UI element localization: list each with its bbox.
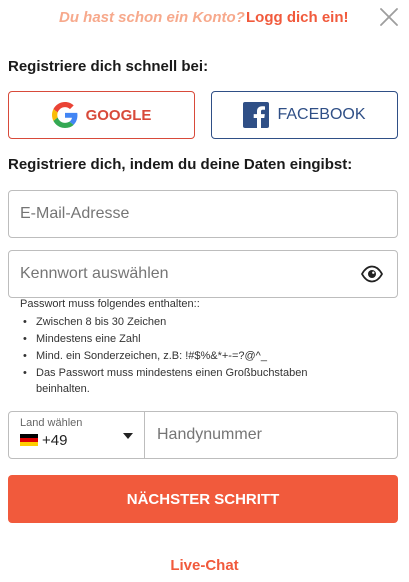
facebook-icon <box>243 102 270 128</box>
email-input[interactable] <box>20 191 340 237</box>
live-chat-link[interactable]: Live-Chat <box>0 557 409 574</box>
password-input[interactable] <box>20 251 340 297</box>
google-icon <box>51 102 78 128</box>
top-bar: Du hast schon ein Konto? Logg dich ein! <box>0 0 409 36</box>
facebook-signup-button[interactable]: FACEBOOK <box>211 91 398 139</box>
close-icon[interactable] <box>378 6 400 28</box>
phone-input[interactable] <box>157 412 387 458</box>
email-field <box>8 190 398 238</box>
country-code: +49 <box>42 432 68 449</box>
chevron-down-icon <box>123 432 133 440</box>
facebook-label: FACEBOOK <box>277 106 366 123</box>
country-label: Land wählen <box>20 417 83 429</box>
eye-icon[interactable] <box>361 265 383 283</box>
password-rule: Mindestens eine Zahl <box>20 331 340 347</box>
social-register-title: Registriere dich schnell bei: <box>8 58 209 75</box>
germany-flag-icon <box>20 434 38 446</box>
password-field <box>8 250 398 298</box>
password-rule: Mind. ein Sonderzeichen, z.B: !#$%&*+-=?… <box>20 348 340 364</box>
country-select[interactable]: Land wählen +49 <box>9 412 145 458</box>
have-account-text: Du hast schon ein Konto? <box>59 9 245 26</box>
google-label: GOOGLE <box>85 106 152 124</box>
form-register-title: Registriere dich, indem du deine Daten e… <box>8 156 353 173</box>
google-signup-button[interactable]: GOOGLE <box>8 91 195 139</box>
login-link[interactable]: Logg dich ein! <box>246 9 349 26</box>
password-rule: Zwischen 8 bis 30 Zeichen <box>20 314 340 330</box>
password-rules-title: Passwort muss folgendes enthalten:: <box>20 298 200 310</box>
password-rule: Das Passwort muss mindestens einen Großb… <box>20 365 340 397</box>
next-step-button[interactable]: NÄCHSTER SCHRITT <box>8 475 398 523</box>
phone-field: Land wählen +49 <box>8 411 398 459</box>
password-rules-list: Zwischen 8 bis 30 Zeichen Mindestens ein… <box>20 314 340 398</box>
